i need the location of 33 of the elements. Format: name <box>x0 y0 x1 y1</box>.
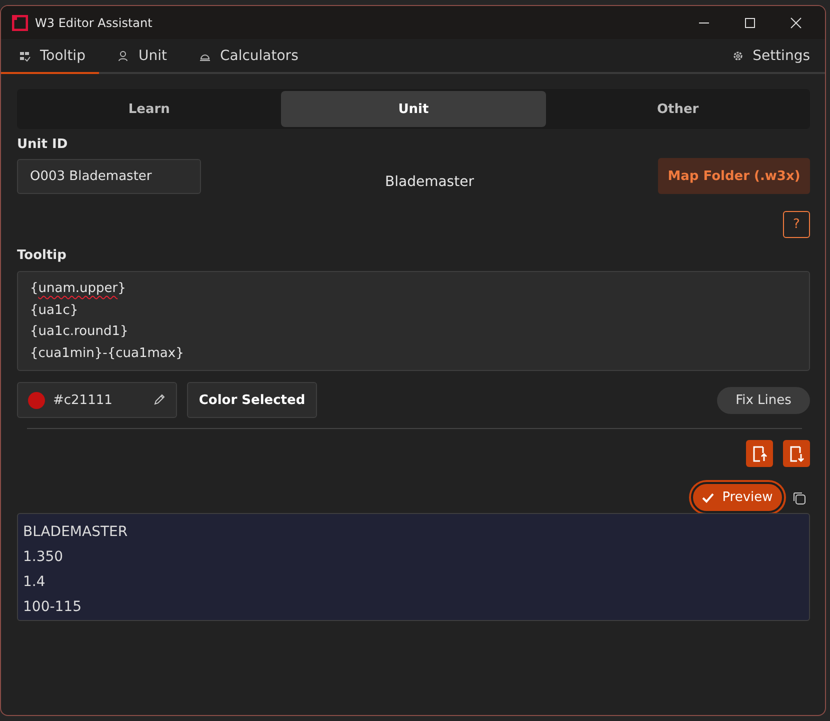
nav-tab[interactable]: Calculators <box>180 39 312 74</box>
preview-output: BLADEMASTER 1.350 1.4 100-115 <box>17 513 810 621</box>
gear-icon <box>732 50 744 62</box>
unit-id-field[interactable]: O003 Blademaster <box>17 158 201 194</box>
list-icon <box>19 50 31 62</box>
maximize-icon <box>744 16 756 28</box>
app-logo-icon <box>12 14 28 30</box>
segment-tab[interactable]: Learn <box>17 91 282 127</box>
check-icon <box>702 492 714 502</box>
close-icon <box>790 16 802 28</box>
person-icon <box>117 50 130 62</box>
copy-icon <box>792 490 806 504</box>
map-folder-button[interactable]: Map Folder (.w3x) <box>658 158 810 194</box>
tooltip-text-area[interactable]: {unam.upper} {ua1c} {ua1c.round1} {cua1min}-{cua1max} <box>17 271 810 371</box>
nav-tab[interactable]: Tooltip <box>1 39 100 74</box>
unit-name: Blademaster <box>384 173 475 190</box>
settings-tab[interactable]: Settings <box>722 39 825 72</box>
window-title: W3 Editor Assistant <box>35 16 154 30</box>
help-button[interactable]: ? <box>783 211 810 238</box>
color-field[interactable]: #c21111 <box>17 382 177 418</box>
import-button[interactable] <box>783 440 810 467</box>
document-up-arrow-icon <box>750 444 768 462</box>
segment-tab[interactable]: Unit <box>281 91 546 127</box>
nav-tab[interactable]: Unit <box>99 39 181 74</box>
segment-tab[interactable]: Other <box>546 91 810 127</box>
document-down-arrow-icon <box>788 444 806 462</box>
export-button[interactable] <box>746 440 773 467</box>
pencil-icon <box>152 393 166 407</box>
fix-lines-button[interactable]: Fix Lines <box>717 386 810 414</box>
preview-toggle[interactable]: Preview <box>691 482 784 513</box>
field-label: Tooltip <box>17 248 68 265</box>
field-label: Unit ID <box>17 137 69 154</box>
color-selected-button[interactable]: Color Selected <box>187 382 317 418</box>
